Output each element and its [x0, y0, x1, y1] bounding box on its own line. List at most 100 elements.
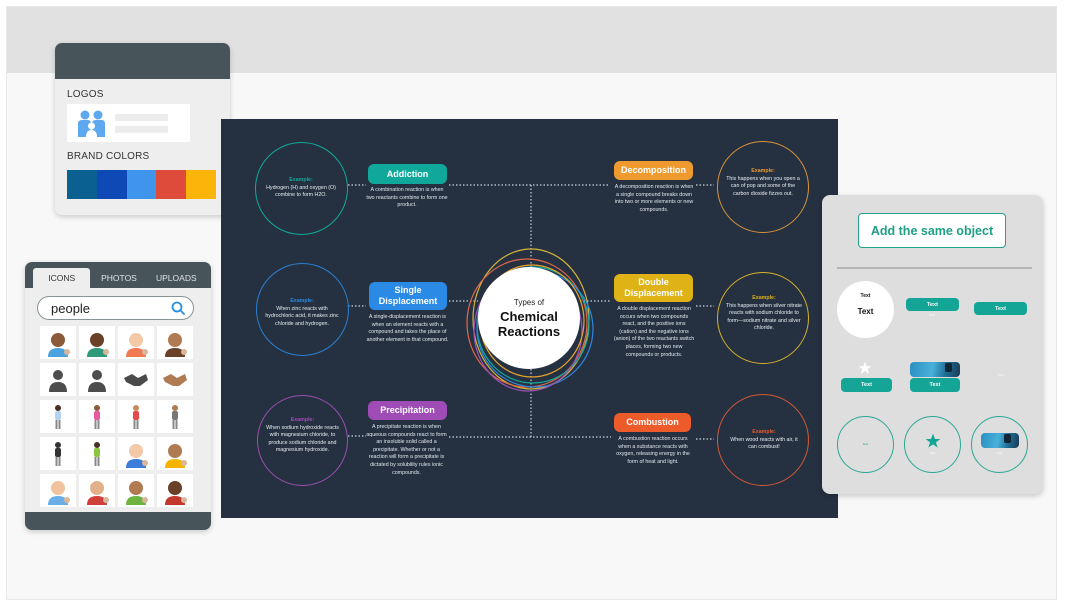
sample-photo-pill[interactable]: Text [910, 378, 960, 392]
logo-text-placeholder [115, 114, 168, 121]
tab-icons[interactable]: ICONS [33, 268, 91, 288]
man-glasses-icon [48, 480, 70, 505]
search-query: people [51, 301, 91, 316]
sample-ring-text[interactable]: Text [837, 416, 894, 473]
boy-waving-icon [133, 404, 139, 429]
icon-result-boy-waving-icon[interactable] [118, 400, 154, 433]
handshake-icon [124, 373, 148, 386]
person-silhouette-icon [49, 369, 67, 392]
reaction-pill-combustion[interactable]: Combustion [614, 413, 691, 432]
icon-result-handshake-icon[interactable] [118, 363, 154, 396]
description-precipitation: A precipitate reaction is when aqueous c… [366, 424, 447, 476]
example-single-displacement: Example: When zinc reacts with hydrochlor… [265, 298, 339, 327]
girl-waving-icon [94, 404, 100, 429]
sample-star-pill[interactable]: Text [841, 378, 892, 392]
sample-white-circle[interactable]: Text Text [837, 281, 894, 338]
brand-color-swatch[interactable] [186, 170, 216, 199]
long-hair-woman-icon [165, 443, 187, 468]
icon-result-handshake-skin-icon[interactable] [157, 363, 193, 396]
icon-result-man-turban-icon[interactable] [157, 400, 193, 433]
people-logo-icon [78, 110, 105, 137]
girl-ponytail-icon [87, 480, 109, 505]
reaction-pill-single-displacement[interactable]: Single Displacement [369, 282, 447, 310]
logos-label: LOGOS [67, 89, 104, 100]
wheelchair-user-icon [94, 441, 100, 466]
icon-result-girl-ponytail-icon[interactable] [79, 474, 115, 507]
icon-result-woman-standing-icon[interactable] [40, 400, 76, 433]
sample-ring-star[interactable]: Text [904, 416, 961, 473]
icon-result-woman-dress-icon[interactable] [40, 437, 76, 470]
reaction-pill-precipitation[interactable]: Precipitation [368, 401, 447, 420]
icon-result-man-avatar-icon[interactable] [40, 326, 76, 359]
sample-photo-thumbnail[interactable] [910, 362, 960, 377]
icon-result-bearded-man-icon[interactable] [157, 474, 193, 507]
description-decomposition: A decomposition reaction is when a singl… [614, 184, 694, 213]
sample-ring-photo[interactable]: Text [971, 416, 1028, 473]
old-man-beard-icon [126, 480, 148, 505]
reaction-pill-decomposition[interactable]: Decomposition [614, 161, 693, 180]
example-decomposition: Example: This happens when you open a can… [726, 168, 800, 197]
description-double-displacement: A double displacement reaction occurs wh… [613, 306, 695, 358]
reaction-pill-double-displacement[interactable]: Double Displacement [614, 274, 693, 302]
star-icon [858, 361, 872, 374]
sample-pill-caption: Text [929, 313, 935, 317]
brand-color-swatch[interactable] [67, 170, 97, 199]
woman-dress-icon [55, 441, 61, 466]
sample-pill-with-caption[interactable]: Text [906, 298, 959, 311]
icon-result-person-silhouette-icon[interactable] [79, 363, 115, 396]
reaction-pill-addiction[interactable]: Addiction [368, 164, 447, 184]
icons-panel-tabs: ICONS PHOTOS UPLOADS [25, 262, 211, 288]
boy-face-icon [165, 332, 187, 357]
red-hair-woman-icon [126, 332, 148, 357]
sample-plain-text[interactable]: Text [998, 373, 1004, 377]
icon-result-red-hair-woman-icon[interactable] [118, 326, 154, 359]
search-icon[interactable] [171, 301, 185, 315]
icon-result-old-man-beard-icon[interactable] [118, 474, 154, 507]
center-title-circle[interactable]: Types of Chemical Reactions [478, 267, 580, 369]
brand-color-swatch[interactable] [96, 170, 127, 199]
panel-divider [837, 267, 1032, 269]
icon-results-grid [40, 326, 193, 507]
icons-panel-footer [25, 512, 211, 530]
icon-result-boy-face-icon[interactable] [157, 326, 193, 359]
icon-result-girl-waving-icon[interactable] [79, 400, 115, 433]
icon-result-person-silhouette-icon[interactable] [40, 363, 76, 396]
brand-kit-panel: LOGOS BRAND COLORS [55, 43, 230, 215]
center-title: Chemical Reactions [497, 309, 561, 339]
example-precipitation: Example: When sodium hydroxide reacts wit… [266, 417, 339, 454]
brand-color-swatch[interactable] [156, 170, 187, 199]
chemical-reactions-infographic[interactable]: Types of Chemical Reactions Example: Hydr… [221, 119, 838, 518]
brand-colors-label: BRAND COLORS [67, 151, 150, 162]
description-combustion: A combustion reaction occurs when a subs… [616, 436, 690, 465]
pink-hair-woman-icon [126, 443, 148, 468]
woman-standing-icon [55, 404, 61, 429]
bearded-man-icon [165, 480, 187, 505]
logo-item[interactable] [67, 104, 190, 142]
person-silhouette-icon [88, 369, 106, 392]
brand-color-swatches [67, 170, 216, 199]
example-double-displacement: Example: This happens when silver nitrate… [726, 295, 802, 332]
brand-color-swatch[interactable] [126, 170, 157, 199]
icon-result-wheelchair-user-icon[interactable] [79, 437, 115, 470]
man-turban-icon [172, 404, 178, 429]
add-same-object-button[interactable]: Add the same object [858, 213, 1006, 248]
add-same-object-panel: Add the same object Text Text Text Text … [822, 195, 1043, 494]
example-addiction: Example: Hydrogen (H) and oxygen (O) comb… [266, 177, 336, 199]
description-single-displacement: A single-displacement reaction is when a… [366, 314, 449, 343]
icon-result-long-hair-woman-icon[interactable] [157, 437, 193, 470]
family-icon [87, 332, 109, 357]
center-subtitle: Types of [513, 298, 545, 307]
icon-result-family-icon[interactable] [79, 326, 115, 359]
sample-pill[interactable]: Text [974, 302, 1027, 315]
icon-result-pink-hair-woman-icon[interactable] [118, 437, 154, 470]
icon-result-man-glasses-icon[interactable] [40, 474, 76, 507]
tab-photos[interactable]: PHOTOS [90, 268, 147, 288]
logo-text-placeholder [115, 126, 168, 133]
description-addiction: A combination reaction is when two react… [366, 187, 448, 209]
example-combustion: Example: When wood reacts with air, it ca… [730, 429, 798, 451]
icon-search-input[interactable]: people [37, 296, 194, 320]
brand-panel-header [55, 43, 230, 79]
sample-photo-thumbnail [981, 433, 1019, 448]
handshake-skin-icon [163, 373, 187, 386]
tab-uploads[interactable]: UPLOADS [148, 268, 205, 288]
